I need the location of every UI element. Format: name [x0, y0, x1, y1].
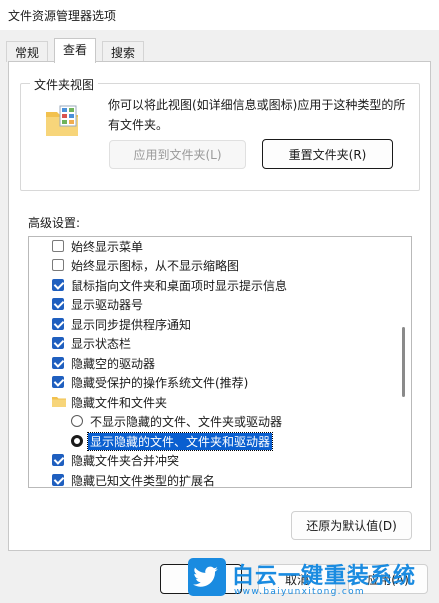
folder-views-legend: 文件夹视图: [30, 76, 99, 93]
checkbox[interactable]: [52, 298, 64, 310]
checkbox[interactable]: [52, 357, 64, 369]
restore-defaults-button[interactable]: 还原为默认值(D): [291, 511, 412, 540]
watermark: 白云一键重装系统 www.baiyunxitong.com: [188, 556, 439, 603]
list-item-label: 隐藏受保护的操作系统文件(推荐): [71, 376, 249, 390]
list-item[interactable]: 隐藏已知文件类型的扩展名: [29, 471, 397, 488]
bird-logo-icon: [188, 558, 226, 596]
tab-general[interactable]: 常规: [6, 41, 49, 62]
list-item[interactable]: 鼠标指向文件夹和桌面项时显示提示信息: [29, 276, 397, 295]
watermark-brand: 白云一键重装系统: [232, 564, 417, 589]
tab-search[interactable]: 搜索: [102, 41, 145, 62]
list-group-label: 隐藏文件和文件夹: [71, 396, 168, 410]
radio-button[interactable]: [71, 415, 83, 427]
checkbox[interactable]: [52, 259, 64, 271]
watermark-url: www.baiyunxitong.com: [234, 587, 365, 597]
list-item[interactable]: 隐藏空的驱动器: [29, 354, 397, 373]
list-item-label: 鼠标指向文件夹和桌面项时显示提示信息: [71, 279, 288, 293]
folder-view-icon: [46, 105, 78, 136]
folder-icon: [52, 397, 66, 407]
list-item-label: 始终显示图标，从不显示缩略图: [71, 259, 240, 273]
radio-button[interactable]: [71, 435, 83, 447]
list-item: 隐藏文件和文件夹: [29, 393, 397, 412]
tab-view[interactable]: 查看: [54, 38, 97, 63]
list-item[interactable]: 显示同步提供程序通知: [29, 315, 397, 334]
checkbox[interactable]: [52, 279, 64, 291]
vertical-scrollbar[interactable]: [397, 237, 411, 487]
folder-views-description: 你可以将此视图(如详细信息或图标)应用于这种类型的所有文件夹。: [108, 98, 406, 132]
advanced-settings-list[interactable]: 始终显示菜单 始终显示图标，从不显示缩略图 鼠标指向文件夹和桌面项时显示提示信息…: [28, 236, 412, 488]
list-item-label: 显示同步提供程序通知: [71, 318, 192, 332]
list-item[interactable]: 始终显示菜单: [29, 237, 397, 256]
list-item-label: 显示隐藏的文件、文件夹和驱动器: [86, 432, 274, 451]
list-item-selected[interactable]: 显示隐藏的文件、文件夹和驱动器: [29, 432, 397, 451]
advanced-settings-label: 高级设置:: [28, 216, 81, 230]
list-item-label: 隐藏文件夹合并冲突: [71, 454, 180, 468]
list-item[interactable]: 不显示隐藏的文件、文件夹或驱动器: [29, 412, 397, 431]
window-title: 文件资源管理器选项: [8, 9, 117, 23]
list-item-label: 显示驱动器号: [71, 298, 144, 312]
checkbox[interactable]: [52, 474, 64, 486]
list-item[interactable]: 始终显示图标，从不显示缩略图: [29, 256, 397, 275]
list-item-label: 不显示隐藏的文件、文件夹或驱动器: [90, 415, 283, 429]
list-item-label: 显示状态栏: [71, 337, 132, 351]
checkbox[interactable]: [52, 454, 64, 466]
list-item[interactable]: 显示驱动器号: [29, 295, 397, 314]
list-item-label: 始终显示菜单: [71, 240, 144, 254]
checkbox[interactable]: [52, 376, 64, 388]
list-item-label: 隐藏空的驱动器: [71, 357, 156, 371]
list-item-label: 隐藏已知文件类型的扩展名: [71, 474, 216, 488]
title-bar: 文件资源管理器选项: [0, 0, 439, 30]
tab-strip: 常规 查看 搜索: [0, 38, 439, 63]
apply-to-folders-button[interactable]: 应用到文件夹(L): [109, 140, 246, 169]
scrollbar-thumb[interactable]: [402, 327, 405, 397]
list-item[interactable]: 隐藏文件夹合并冲突: [29, 451, 397, 470]
reset-folders-button[interactable]: 重置文件夹(R): [262, 139, 393, 169]
list-item[interactable]: 隐藏受保护的操作系统文件(推荐): [29, 373, 397, 392]
list-item[interactable]: 显示状态栏: [29, 334, 397, 353]
checkbox[interactable]: [52, 337, 64, 349]
checkbox[interactable]: [52, 318, 64, 330]
checkbox[interactable]: [52, 240, 64, 252]
